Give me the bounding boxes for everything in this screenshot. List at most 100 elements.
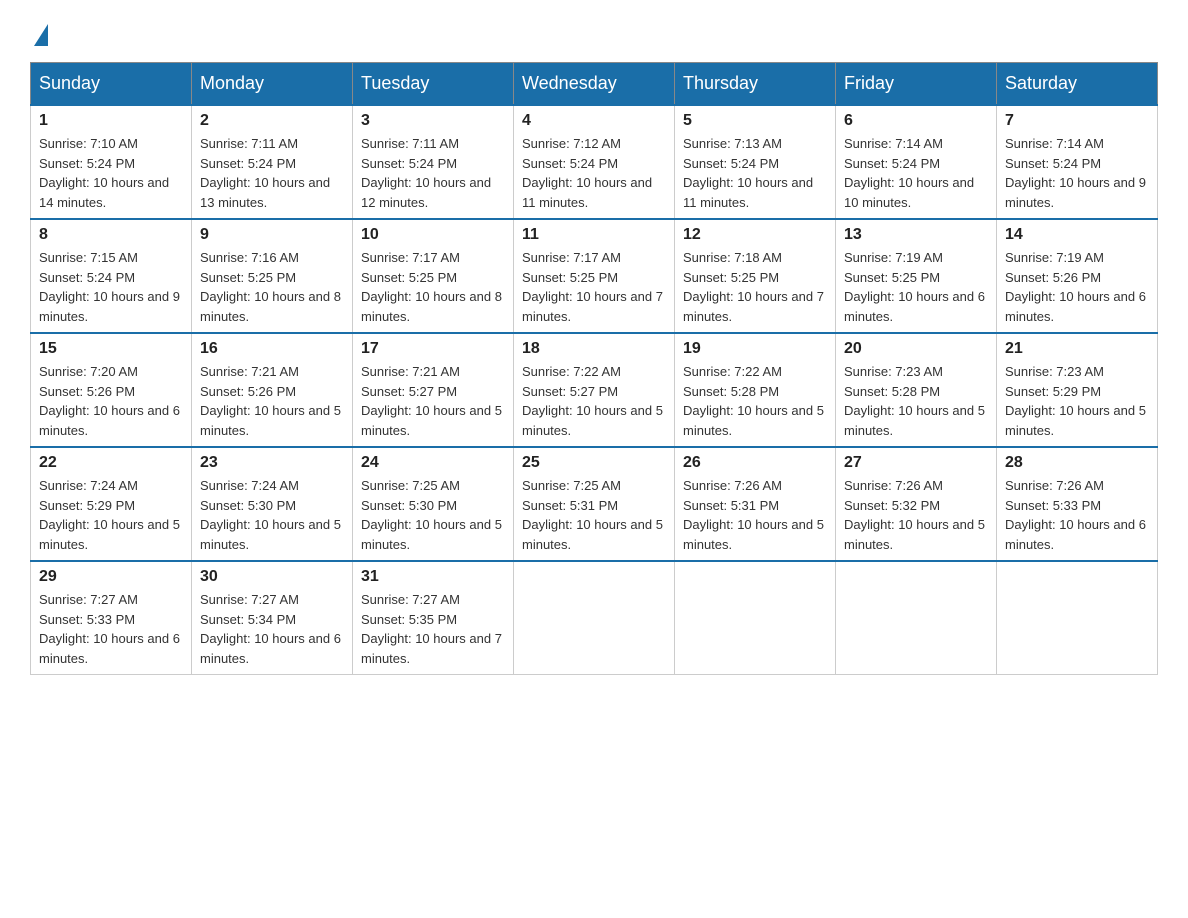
day-info: Sunrise: 7:19 AM Sunset: 5:26 PM Dayligh…	[1005, 248, 1149, 326]
day-number: 2	[200, 112, 344, 130]
calendar-day-cell: 21 Sunrise: 7:23 AM Sunset: 5:29 PM Dayl…	[997, 333, 1158, 447]
day-number: 28	[1005, 454, 1149, 472]
day-info: Sunrise: 7:14 AM Sunset: 5:24 PM Dayligh…	[844, 134, 988, 212]
daylight-label: Daylight: 10 hours and 7 minutes.	[361, 631, 502, 666]
sunset-label: Sunset: 5:28 PM	[683, 384, 779, 399]
calendar-day-cell	[675, 561, 836, 675]
calendar-day-cell: 16 Sunrise: 7:21 AM Sunset: 5:26 PM Dayl…	[192, 333, 353, 447]
sunset-label: Sunset: 5:33 PM	[39, 612, 135, 627]
calendar-day-cell: 20 Sunrise: 7:23 AM Sunset: 5:28 PM Dayl…	[836, 333, 997, 447]
calendar-day-cell: 15 Sunrise: 7:20 AM Sunset: 5:26 PM Dayl…	[31, 333, 192, 447]
daylight-label: Daylight: 10 hours and 5 minutes.	[200, 403, 341, 438]
day-number: 6	[844, 112, 988, 130]
daylight-label: Daylight: 10 hours and 5 minutes.	[1005, 403, 1146, 438]
calendar-day-cell: 27 Sunrise: 7:26 AM Sunset: 5:32 PM Dayl…	[836, 447, 997, 561]
day-info: Sunrise: 7:25 AM Sunset: 5:31 PM Dayligh…	[522, 476, 666, 554]
day-info: Sunrise: 7:18 AM Sunset: 5:25 PM Dayligh…	[683, 248, 827, 326]
daylight-label: Daylight: 10 hours and 7 minutes.	[522, 289, 663, 324]
day-number: 9	[200, 226, 344, 244]
logo	[30, 20, 48, 42]
day-number: 10	[361, 226, 505, 244]
calendar-day-cell: 30 Sunrise: 7:27 AM Sunset: 5:34 PM Dayl…	[192, 561, 353, 675]
day-number: 23	[200, 454, 344, 472]
calendar-day-header: Thursday	[675, 63, 836, 106]
calendar-day-cell	[997, 561, 1158, 675]
daylight-label: Daylight: 10 hours and 8 minutes.	[200, 289, 341, 324]
calendar-day-cell: 5 Sunrise: 7:13 AM Sunset: 5:24 PM Dayli…	[675, 105, 836, 219]
sunset-label: Sunset: 5:33 PM	[1005, 498, 1101, 513]
day-number: 31	[361, 568, 505, 586]
day-info: Sunrise: 7:24 AM Sunset: 5:29 PM Dayligh…	[39, 476, 183, 554]
day-number: 5	[683, 112, 827, 130]
sunset-label: Sunset: 5:28 PM	[844, 384, 940, 399]
day-info: Sunrise: 7:27 AM Sunset: 5:33 PM Dayligh…	[39, 590, 183, 668]
sunrise-label: Sunrise: 7:26 AM	[1005, 478, 1104, 493]
day-number: 8	[39, 226, 183, 244]
sunset-label: Sunset: 5:32 PM	[844, 498, 940, 513]
calendar-day-header: Friday	[836, 63, 997, 106]
day-number: 24	[361, 454, 505, 472]
day-info: Sunrise: 7:22 AM Sunset: 5:28 PM Dayligh…	[683, 362, 827, 440]
sunset-label: Sunset: 5:30 PM	[361, 498, 457, 513]
daylight-label: Daylight: 10 hours and 5 minutes.	[522, 517, 663, 552]
sunrise-label: Sunrise: 7:17 AM	[361, 250, 460, 265]
sunset-label: Sunset: 5:26 PM	[39, 384, 135, 399]
day-number: 16	[200, 340, 344, 358]
day-number: 7	[1005, 112, 1149, 130]
sunrise-label: Sunrise: 7:22 AM	[683, 364, 782, 379]
daylight-label: Daylight: 10 hours and 12 minutes.	[361, 175, 491, 210]
sunrise-label: Sunrise: 7:25 AM	[361, 478, 460, 493]
calendar-day-cell: 13 Sunrise: 7:19 AM Sunset: 5:25 PM Dayl…	[836, 219, 997, 333]
daylight-label: Daylight: 10 hours and 5 minutes.	[200, 517, 341, 552]
day-number: 15	[39, 340, 183, 358]
sunrise-label: Sunrise: 7:22 AM	[522, 364, 621, 379]
day-number: 18	[522, 340, 666, 358]
day-info: Sunrise: 7:27 AM Sunset: 5:35 PM Dayligh…	[361, 590, 505, 668]
sunset-label: Sunset: 5:26 PM	[200, 384, 296, 399]
sunset-label: Sunset: 5:27 PM	[522, 384, 618, 399]
sunrise-label: Sunrise: 7:24 AM	[39, 478, 138, 493]
daylight-label: Daylight: 10 hours and 6 minutes.	[39, 631, 180, 666]
day-info: Sunrise: 7:22 AM Sunset: 5:27 PM Dayligh…	[522, 362, 666, 440]
calendar-day-cell: 2 Sunrise: 7:11 AM Sunset: 5:24 PM Dayli…	[192, 105, 353, 219]
daylight-label: Daylight: 10 hours and 6 minutes.	[844, 289, 985, 324]
day-info: Sunrise: 7:17 AM Sunset: 5:25 PM Dayligh…	[522, 248, 666, 326]
daylight-label: Daylight: 10 hours and 5 minutes.	[361, 517, 502, 552]
daylight-label: Daylight: 10 hours and 6 minutes.	[1005, 517, 1146, 552]
calendar-day-cell: 8 Sunrise: 7:15 AM Sunset: 5:24 PM Dayli…	[31, 219, 192, 333]
calendar-day-cell: 1 Sunrise: 7:10 AM Sunset: 5:24 PM Dayli…	[31, 105, 192, 219]
sunset-label: Sunset: 5:24 PM	[1005, 156, 1101, 171]
sunset-label: Sunset: 5:31 PM	[522, 498, 618, 513]
sunrise-label: Sunrise: 7:11 AM	[200, 136, 298, 151]
sunrise-label: Sunrise: 7:17 AM	[522, 250, 621, 265]
calendar-day-cell: 31 Sunrise: 7:27 AM Sunset: 5:35 PM Dayl…	[353, 561, 514, 675]
day-info: Sunrise: 7:26 AM Sunset: 5:31 PM Dayligh…	[683, 476, 827, 554]
day-number: 17	[361, 340, 505, 358]
sunset-label: Sunset: 5:35 PM	[361, 612, 457, 627]
sunrise-label: Sunrise: 7:14 AM	[844, 136, 943, 151]
sunset-label: Sunset: 5:24 PM	[200, 156, 296, 171]
sunset-label: Sunset: 5:24 PM	[683, 156, 779, 171]
sunrise-label: Sunrise: 7:24 AM	[200, 478, 299, 493]
sunset-label: Sunset: 5:24 PM	[844, 156, 940, 171]
sunrise-label: Sunrise: 7:19 AM	[1005, 250, 1104, 265]
page-header	[30, 20, 1158, 42]
calendar-day-cell: 22 Sunrise: 7:24 AM Sunset: 5:29 PM Dayl…	[31, 447, 192, 561]
sunrise-label: Sunrise: 7:23 AM	[1005, 364, 1104, 379]
sunrise-label: Sunrise: 7:12 AM	[522, 136, 621, 151]
sunrise-label: Sunrise: 7:11 AM	[361, 136, 459, 151]
daylight-label: Daylight: 10 hours and 5 minutes.	[844, 517, 985, 552]
sunset-label: Sunset: 5:34 PM	[200, 612, 296, 627]
sunset-label: Sunset: 5:24 PM	[39, 270, 135, 285]
calendar-day-header: Wednesday	[514, 63, 675, 106]
daylight-label: Daylight: 10 hours and 9 minutes.	[1005, 175, 1146, 210]
sunrise-label: Sunrise: 7:26 AM	[683, 478, 782, 493]
daylight-label: Daylight: 10 hours and 6 minutes.	[1005, 289, 1146, 324]
sunrise-label: Sunrise: 7:18 AM	[683, 250, 782, 265]
day-number: 1	[39, 112, 183, 130]
sunrise-label: Sunrise: 7:10 AM	[39, 136, 138, 151]
sunset-label: Sunset: 5:24 PM	[361, 156, 457, 171]
calendar-day-cell: 12 Sunrise: 7:18 AM Sunset: 5:25 PM Dayl…	[675, 219, 836, 333]
day-info: Sunrise: 7:21 AM Sunset: 5:27 PM Dayligh…	[361, 362, 505, 440]
sunset-label: Sunset: 5:25 PM	[683, 270, 779, 285]
